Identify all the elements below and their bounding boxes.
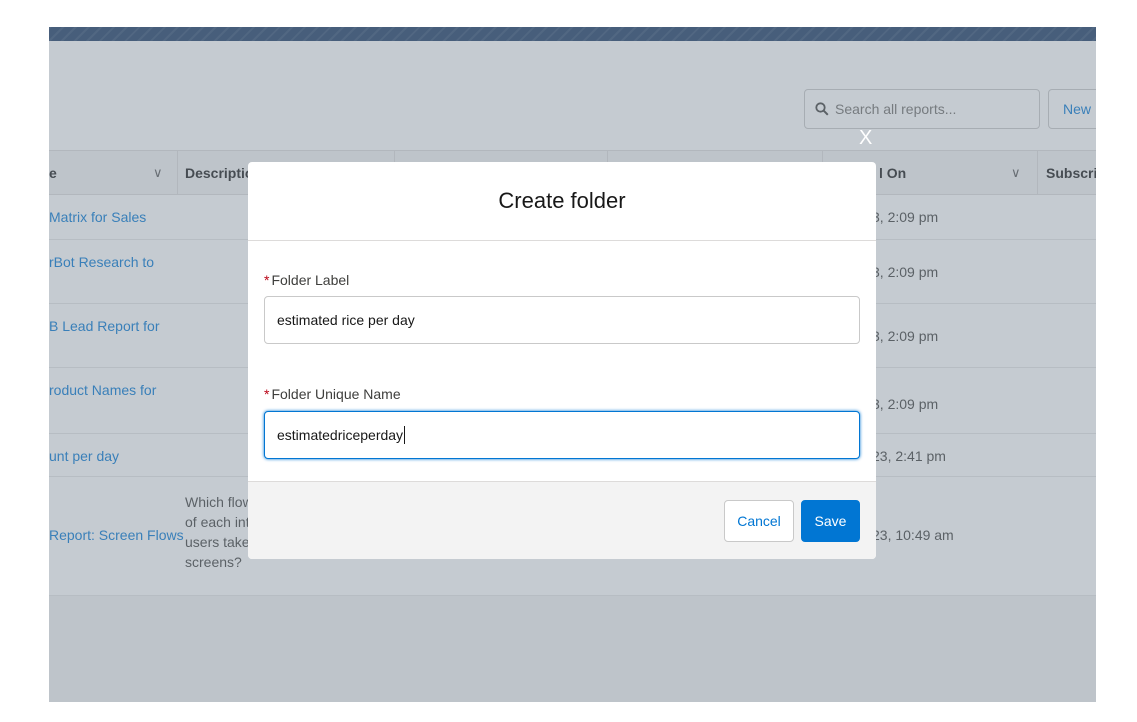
text-caret	[404, 426, 406, 444]
create-folder-modal: Create folder *Folder Label *Folder Uniq…	[248, 162, 876, 559]
modal-body: *Folder Label *Folder Unique Name estima…	[248, 241, 876, 481]
folder-label-input[interactable]	[264, 296, 860, 344]
folder-label-label: * Folder Label	[264, 272, 349, 288]
folder-unique-name-label: * Folder Unique Name	[264, 386, 401, 402]
field-label-text: Folder Unique Name	[271, 386, 401, 402]
save-button[interactable]: Save	[801, 500, 860, 542]
modal-footer: Cancel Save	[248, 481, 876, 559]
required-marker: *	[264, 272, 270, 288]
field-label-text: Folder Label	[271, 272, 350, 288]
modal-title: Create folder	[248, 162, 876, 241]
required-marker: *	[264, 386, 270, 402]
input-value: estimatedriceperday	[277, 427, 404, 443]
folder-unique-name-input[interactable]: estimatedriceperday	[264, 411, 860, 459]
cancel-button[interactable]: Cancel	[724, 500, 794, 542]
close-icon[interactable]: X	[859, 128, 872, 148]
